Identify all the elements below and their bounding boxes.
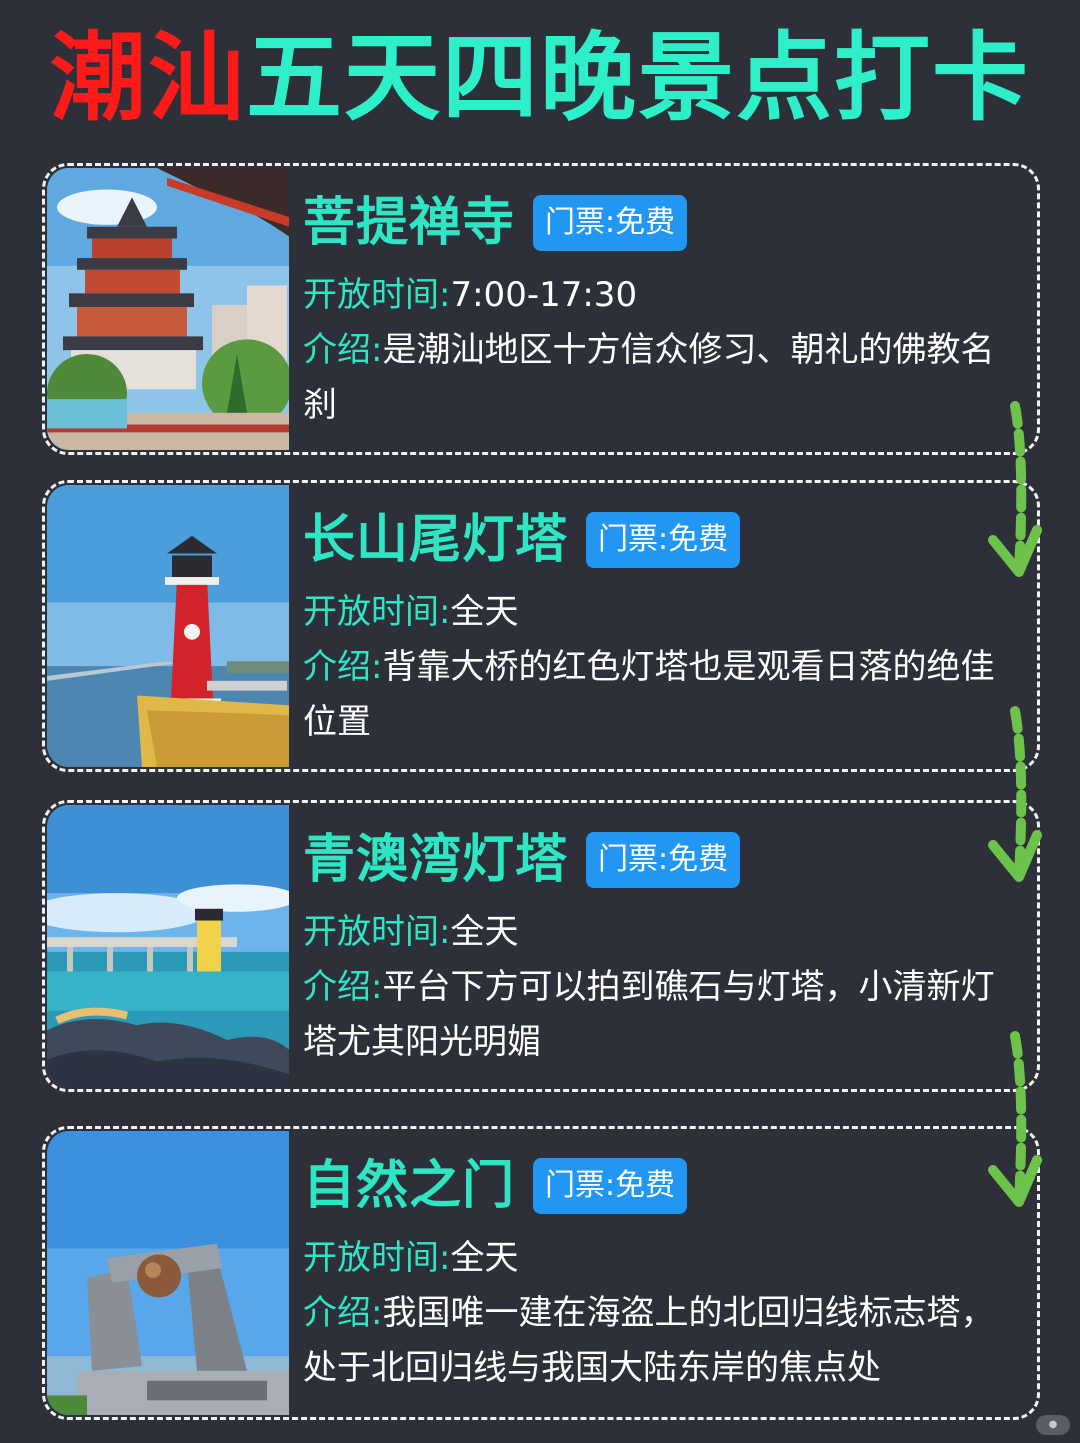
intro-text: 介绍:我国唯一建在海盗上的北回归线标志塔，处于北回归线与我国大陆东岸的焦点处 — [303, 1286, 1021, 1396]
hours-value: 全天 — [450, 1238, 519, 1278]
ticket-badge: 门票:免费 — [586, 512, 741, 568]
title-part-cyan: 五天四晚景点打卡 — [246, 22, 1030, 134]
arrow-down-icon-3 — [985, 1030, 1045, 1215]
hours-label: 开放时间: — [303, 1238, 451, 1278]
arrow-down-icon-2 — [985, 705, 1045, 890]
intro-value: 背靠大桥的红色灯塔也是观看日落的绝佳位置 — [303, 647, 995, 742]
page-title: 潮汕五天四晚景点打卡 — [0, 18, 1080, 138]
spot-name: 自然之门 — [303, 1156, 516, 1216]
ticket-badge: 门票:免费 — [533, 195, 688, 251]
opening-hours: 开放时间:7:00-17:30 — [303, 268, 1021, 323]
spot-card-2[interactable]: 长山尾灯塔 门票:免费 开放时间:全天 介绍:背靠大桥的红色灯塔也是观看日落的绝… — [42, 480, 1040, 772]
ticket-badge: 门票:免费 — [533, 1158, 688, 1214]
spot-name: 菩提禅寺 — [303, 193, 516, 253]
title-part-red: 潮汕 — [50, 22, 246, 134]
opening-hours: 开放时间:全天 — [303, 905, 1021, 960]
spot-card-1[interactable]: 菩提禅寺 门票:免费 开放时间:7:00-17:30 介绍:是潮汕地区十方信众修… — [42, 163, 1040, 455]
intro-label: 介绍: — [303, 1293, 383, 1333]
opening-hours: 开放时间:全天 — [303, 585, 1021, 640]
hours-value: 全天 — [450, 912, 519, 952]
arrow-down-icon-1 — [985, 400, 1045, 585]
hours-label: 开放时间: — [303, 592, 451, 632]
temple-photo — [47, 168, 289, 450]
seaside-lighthouse-photo — [47, 805, 289, 1087]
intro-value: 平台下方可以拍到礁石与灯塔，小清新灯塔尤其阳光明媚 — [303, 967, 995, 1062]
intro-label: 介绍: — [303, 647, 383, 687]
hours-value: 全天 — [450, 592, 519, 632]
spot-card-4[interactable]: 自然之门 门票:免费 开放时间:全天 介绍:我国唯一建在海盗上的北回归线标志塔，… — [42, 1126, 1040, 1420]
hours-label: 开放时间: — [303, 912, 451, 952]
intro-label: 介绍: — [303, 330, 383, 370]
spot-name: 青澳湾灯塔 — [303, 830, 569, 890]
intro-text: 介绍:是潮汕地区十方信众修习、朝礼的佛教名刹 — [303, 323, 1021, 433]
spot-card-3[interactable]: 青澳湾灯塔 门票:免费 开放时间:全天 介绍:平台下方可以拍到礁石与灯塔，小清新… — [42, 800, 1040, 1092]
lighthouse-photo — [47, 485, 289, 767]
intro-label: 介绍: — [303, 967, 383, 1007]
opening-hours: 开放时间:全天 — [303, 1231, 1021, 1286]
spot-name: 长山尾灯塔 — [303, 510, 569, 570]
ticket-badge: 门票:免费 — [586, 832, 741, 888]
hours-label: 开放时间: — [303, 275, 451, 315]
watermark-logo: ● — [1036, 1415, 1070, 1435]
intro-value: 是潮汕地区十方信众修习、朝礼的佛教名刹 — [303, 330, 995, 425]
intro-text: 介绍:背靠大桥的红色灯塔也是观看日落的绝佳位置 — [303, 640, 1021, 750]
gate-monument-photo — [47, 1131, 289, 1415]
hours-value: 7:00-17:30 — [450, 275, 638, 315]
intro-text: 介绍:平台下方可以拍到礁石与灯塔，小清新灯塔尤其阳光明媚 — [303, 960, 1021, 1070]
intro-value: 我国唯一建在海盗上的北回归线标志塔，处于北回归线与我国大陆东岸的焦点处 — [303, 1293, 995, 1388]
